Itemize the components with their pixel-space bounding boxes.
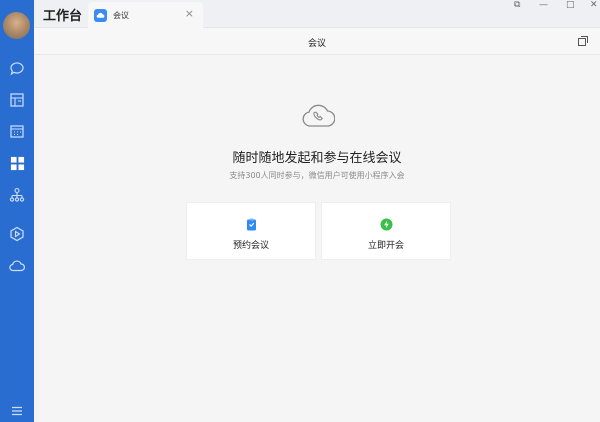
calendar-icon[interactable] <box>6 120 28 142</box>
headline: 随时随地发起和参与在线会议 <box>232 151 402 166</box>
tab-meeting[interactable]: 会议 × <box>88 2 203 28</box>
meeting-cloud-phone-icon <box>302 104 335 127</box>
doc-icon[interactable] <box>6 89 28 111</box>
tab-bar: 工作台 会议 × ⧉ — □ ✕ <box>34 0 600 28</box>
meeting-cloud-icon <box>94 8 107 22</box>
sidebar <box>0 0 34 422</box>
maximize-icon[interactable]: □ <box>566 0 575 10</box>
chat-icon[interactable] <box>6 57 28 79</box>
play-icon[interactable] <box>6 223 28 245</box>
close-window-icon[interactable]: ✕ <box>590 0 598 10</box>
schedule-meeting-button[interactable]: 预约会议 <box>186 202 316 260</box>
avatar[interactable] <box>3 12 30 39</box>
workspace-icon[interactable] <box>6 152 28 174</box>
popout-icon[interactable] <box>578 36 588 46</box>
subline: 支持300人同时参与，微信用户可使用小程序入会 <box>229 171 405 180</box>
cloud-icon[interactable] <box>6 255 28 277</box>
start-meeting-button[interactable]: 立即开会 <box>321 202 451 260</box>
lightning-icon <box>380 218 393 231</box>
page-header: 会议 <box>34 28 600 55</box>
tab-close-icon[interactable]: × <box>185 8 194 19</box>
page-title: 会议 <box>307 39 326 49</box>
meeting-main: 随时随地发起和参与在线会议 支持300人同时参与，微信用户可使用小程序入会 预约… <box>34 56 600 422</box>
clipboard-icon <box>247 218 256 231</box>
start-meeting-label: 立即开会 <box>367 241 404 251</box>
tab-label: 会议 <box>113 10 129 20</box>
restore-icon[interactable]: ⧉ <box>514 0 520 10</box>
org-chart-icon[interactable] <box>6 184 28 206</box>
menu-icon[interactable] <box>6 400 28 422</box>
schedule-meeting-label: 预约会议 <box>232 241 269 251</box>
minimize-icon[interactable]: — <box>539 0 548 10</box>
app-title: 工作台 <box>43 9 83 24</box>
